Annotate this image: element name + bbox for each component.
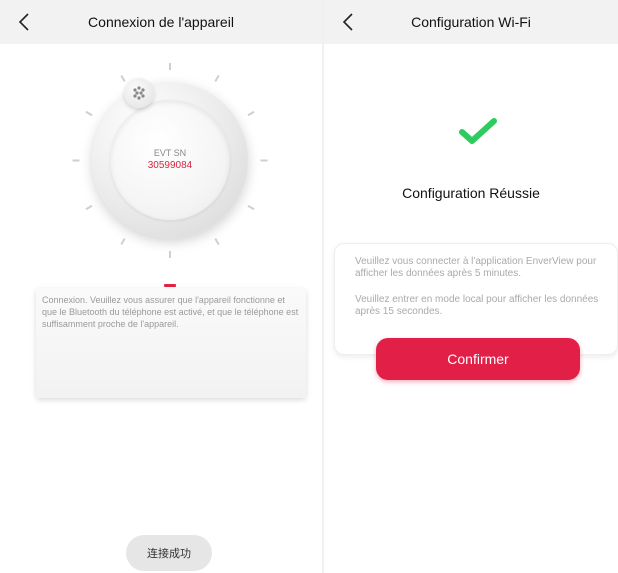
dial-tick: [214, 75, 220, 83]
dial-tick: [85, 204, 93, 210]
info-text-1: Veuillez vous connecter à l'application …: [355, 256, 597, 279]
device-connection-screen: Connexion de l'appareil EVT SN 30599084 …: [0, 0, 322, 573]
dial-tick: [260, 159, 268, 161]
page-title: Configuration Wi-Fi: [411, 14, 531, 30]
confirm-button[interactable]: Confirmer: [376, 338, 580, 380]
checkmark-icon: [459, 118, 497, 144]
top-bar: Connexion de l'appareil: [0, 0, 322, 44]
chevron-left-icon: [18, 13, 29, 31]
serial-label: EVT SN: [153, 148, 187, 158]
device-dial: EVT SN 30599084: [70, 60, 270, 260]
connection-message: Connexion. Veuillez vous assurer que l'a…: [42, 295, 299, 329]
status-text: Configuration Réussie: [402, 185, 540, 201]
serial-number: 30599084: [147, 160, 193, 171]
dial-tick: [120, 237, 126, 245]
bluetooth-dots-icon: [124, 78, 154, 108]
dial-tick: [247, 110, 255, 116]
dial-tick: [72, 159, 80, 161]
dial-tick: [247, 204, 255, 210]
page-title: Connexion de l'appareil: [88, 14, 234, 30]
connection-message-card: Connexion. Veuillez vous assurer que l'a…: [36, 288, 306, 398]
dial-tick: [169, 62, 171, 70]
dial-tick: [169, 250, 171, 258]
success-toast: 连接成功: [126, 535, 212, 571]
info-text-2: Veuillez entrer en mode local pour affic…: [355, 294, 599, 317]
top-bar: Configuration Wi-Fi: [324, 0, 618, 44]
progress-indicator: [164, 284, 176, 287]
wifi-config-screen: Configuration Wi-Fi Configuration Réussi…: [324, 0, 618, 573]
back-button[interactable]: [332, 6, 364, 38]
chevron-left-icon: [342, 13, 353, 31]
back-button[interactable]: [8, 6, 40, 38]
dial-tick: [214, 237, 220, 245]
dial-tick: [85, 110, 93, 116]
